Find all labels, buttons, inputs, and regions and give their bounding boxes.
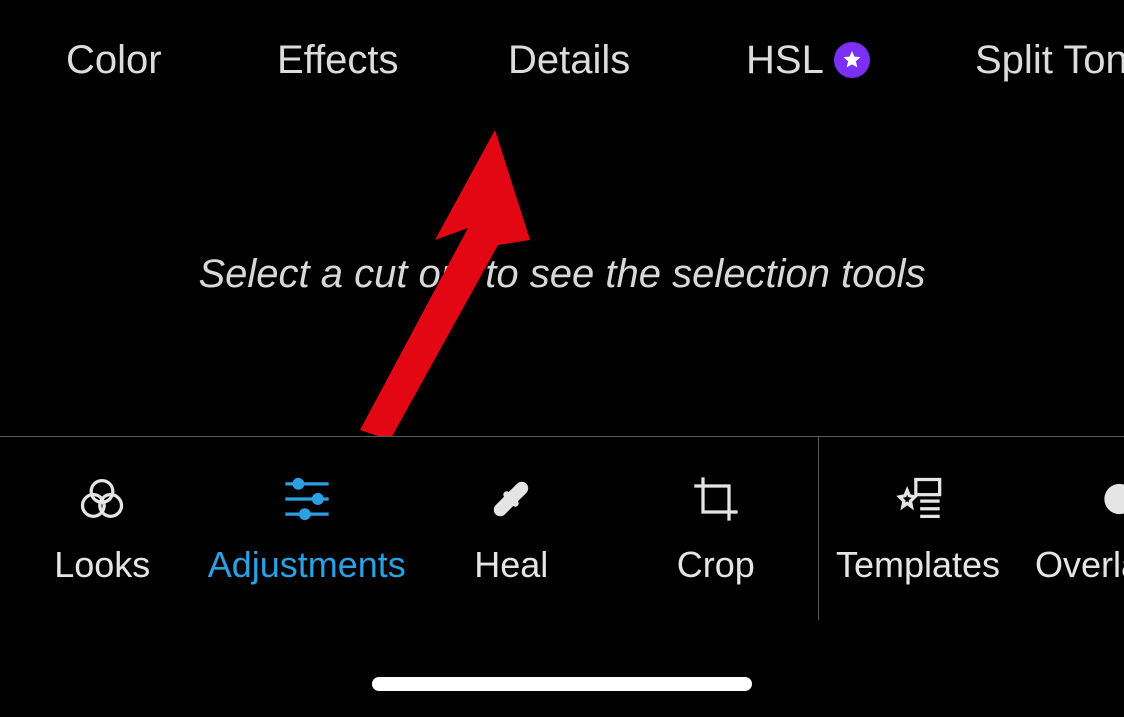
tab-hsl-label: HSL [746, 38, 824, 83]
overlays-button[interactable]: Overlays [1017, 437, 1124, 620]
crop-button[interactable]: Crop [614, 437, 819, 620]
bottom-toolbar: Looks Adjustments [0, 436, 1124, 620]
looks-button[interactable]: Looks [0, 437, 205, 620]
tab-hsl[interactable]: HSL [746, 38, 870, 83]
home-indicator [372, 677, 752, 691]
toolbar-edit-group: Looks Adjustments [0, 437, 818, 620]
tab-color[interactable]: Color [66, 38, 162, 83]
looks-label: Looks [54, 544, 150, 586]
adjustments-button[interactable]: Adjustments [205, 437, 410, 620]
canvas-placeholder-text: Select a cut out to see the selection to… [0, 252, 1124, 297]
templates-label: Templates [836, 544, 1000, 586]
bandage-icon [484, 472, 538, 526]
tab-split-tone[interactable]: Split Tone [975, 38, 1124, 83]
adjustment-category-tabs: Color Effects Details HSL Split Tone [0, 0, 1124, 120]
looks-icon [75, 472, 129, 526]
heal-button[interactable]: Heal [409, 437, 614, 620]
tab-effects[interactable]: Effects [277, 38, 399, 83]
heal-label: Heal [474, 544, 548, 586]
templates-icon [891, 472, 945, 526]
crop-icon [689, 472, 743, 526]
toolbar-extras-group: Templates Overlays [818, 437, 1124, 620]
templates-button[interactable]: Templates [819, 437, 1017, 620]
crop-label: Crop [677, 544, 755, 586]
sliders-icon [280, 472, 334, 526]
overlays-icon [1099, 472, 1124, 526]
adjustments-label: Adjustments [208, 544, 406, 586]
premium-star-icon [834, 42, 870, 78]
tab-details[interactable]: Details [508, 38, 630, 83]
overlays-label: Overlays [1035, 544, 1124, 586]
